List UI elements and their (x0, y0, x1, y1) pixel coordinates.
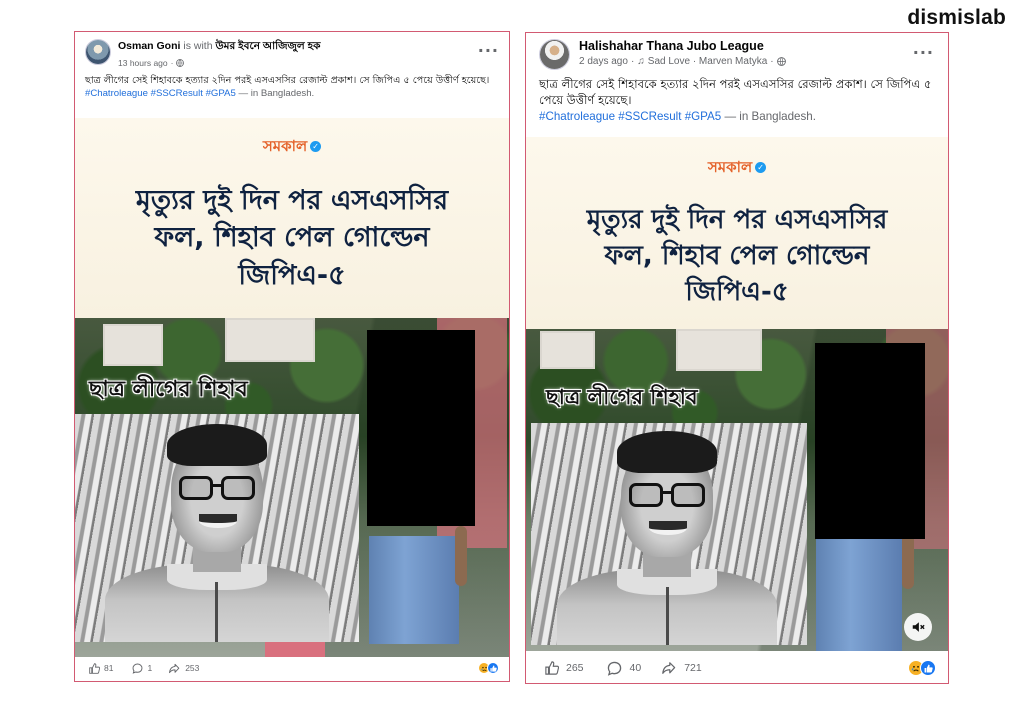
share-count: 721 (684, 662, 702, 674)
facebook-post: Osman Goni is with উমর ইবনে আজিজুল হক 13… (74, 31, 510, 682)
news-card-header: সমকাল ✓ মৃত্যুর দুই দিন পর এসএসসির ফল, শি… (526, 137, 948, 329)
more-options-icon[interactable]: ··· (913, 43, 934, 62)
portrait-photo (531, 423, 807, 645)
photo-label: ছাত্র লীগের শিহাব (546, 385, 698, 409)
like-reaction-icon (487, 662, 499, 674)
redaction-box (815, 343, 925, 539)
like-count: 265 (566, 662, 584, 674)
like-button[interactable]: 81 (89, 662, 114, 674)
comment-icon (607, 661, 621, 676)
redaction-box (367, 330, 475, 526)
news-photo: ছাত্র লীগের শিহাব (526, 329, 948, 651)
author-name[interactable]: Halishahar Thana Jubo League (579, 39, 764, 53)
share-button[interactable]: 253 (168, 663, 199, 674)
comment-icon (133, 663, 143, 674)
like-count: 81 (104, 663, 114, 673)
avatar[interactable] (539, 39, 570, 70)
share-button[interactable]: 721 (661, 661, 702, 675)
location-text: — in Bangladesh. (238, 88, 315, 100)
share-icon (662, 662, 676, 674)
share-count: 253 (185, 663, 200, 673)
hashtag[interactable]: #Chatroleague (85, 88, 148, 99)
post-actions-bar: 81 1 253 (75, 655, 509, 681)
thumbs-up-icon (545, 661, 559, 675)
post-header: Halishahar Thana Jubo League 2 days ago … (526, 33, 948, 70)
verified-icon: ✓ (310, 141, 322, 152)
post-header: Osman Goni is with উমর ইবনে আজিজুল হক 13… (75, 32, 509, 68)
headline-line: ফল, শিহাব পেল গোল্ডেন (154, 222, 430, 254)
facebook-post: Halishahar Thana Jubo League 2 days ago … (525, 32, 949, 684)
post-time[interactable]: 13 hours ago (118, 58, 168, 68)
globe-icon (176, 59, 185, 67)
portrait-photo (75, 414, 359, 642)
location-text: — in Bangladesh. (724, 109, 816, 123)
music-note-icon: ♫ (637, 56, 645, 67)
headline-line: মৃত্যুর দুই দিন পর এসএসসির (586, 205, 888, 235)
like-reaction-icon (920, 660, 936, 676)
hashtag[interactable]: #Chatroleague (539, 110, 615, 123)
post-image[interactable]: সমকাল ✓ মৃত্যুর দুই দিন পর এসএসসির ফল, শি… (526, 137, 948, 651)
headline-line: জিপিএ-৫ (238, 259, 346, 291)
globe-icon (776, 57, 786, 66)
newspaper-logo: সমকাল ✓ (526, 156, 948, 181)
post-caption: ছাত্র লীগের সেই শিহাবকে হত্যার ২দিন পরই … (539, 77, 932, 107)
post-caption: ছাত্র লীগের সেই শিহাবকে হত্যার ২দিন পরই … (85, 75, 490, 86)
more-options-icon[interactable]: ··· (478, 41, 499, 60)
brand-logo: dismislab (907, 6, 1006, 29)
with-prefix: is with (183, 40, 213, 52)
newspaper-logo: সমকাল ✓ (75, 135, 509, 160)
news-headline: মৃত্যুর দুই দিন পর এসএসসির ফল, শিহাব পেল… (526, 203, 948, 311)
news-photo: ছাত্র লীগের শিহাব (75, 318, 509, 657)
share-icon (169, 663, 180, 673)
headline-line: ফল, শিহাব পেল গোল্ডেন (604, 240, 870, 271)
hashtag[interactable]: #SSCResult (618, 110, 681, 123)
verified-icon: ✓ (755, 162, 767, 173)
hashtag-line: #Chatroleague #SSCResult #GPA5 — in Bang… (75, 87, 509, 99)
reaction-summary[interactable] (908, 660, 936, 676)
author-name[interactable]: Osman Goni (118, 40, 180, 52)
post-time[interactable]: 2 days ago (579, 56, 628, 67)
tagged-name[interactable]: উমর ইবনে আজিজুল হক (215, 40, 320, 52)
headline-line: মৃত্যুর দুই দিন পর এসএসসির (135, 185, 449, 216)
hashtag[interactable]: #GPA5 (206, 88, 236, 99)
avatar[interactable] (85, 39, 111, 65)
reaction-summary[interactable] (478, 662, 499, 674)
comment-count: 40 (629, 662, 642, 674)
post-actions-bar: 265 40 721 (526, 653, 948, 683)
thumbs-up-icon (89, 662, 100, 674)
hashtag-line: #Chatroleague #SSCResult #GPA5 — in Bang… (526, 109, 948, 123)
like-button[interactable]: 265 (545, 661, 584, 675)
hashtag[interactable]: #GPA5 (685, 110, 722, 123)
hashtag[interactable]: #SSCResult (151, 88, 203, 99)
headline-line: জিপিএ-৫ (685, 276, 789, 307)
news-card-header: সমকাল ✓ মৃত্যুর দুই দিন পর এসএসসির ফল, শি… (75, 118, 509, 318)
comment-button[interactable]: 1 (132, 663, 152, 674)
news-headline: মৃত্যুর দুই দিন পর এসএসসির ফল, শিহাব পেল… (75, 182, 509, 294)
music-credit[interactable]: Sad Love · Marven Matyka (648, 56, 768, 67)
speaker-muted-icon (912, 622, 925, 632)
comment-count: 1 (147, 663, 153, 673)
photo-label: ছাত্র লীগের শিহাব (89, 377, 248, 402)
comment-button[interactable]: 40 (607, 661, 642, 676)
mute-button[interactable] (904, 613, 932, 641)
post-image[interactable]: সমকাল ✓ মৃত্যুর দুই দিন পর এসএসসির ফল, শি… (75, 118, 509, 657)
